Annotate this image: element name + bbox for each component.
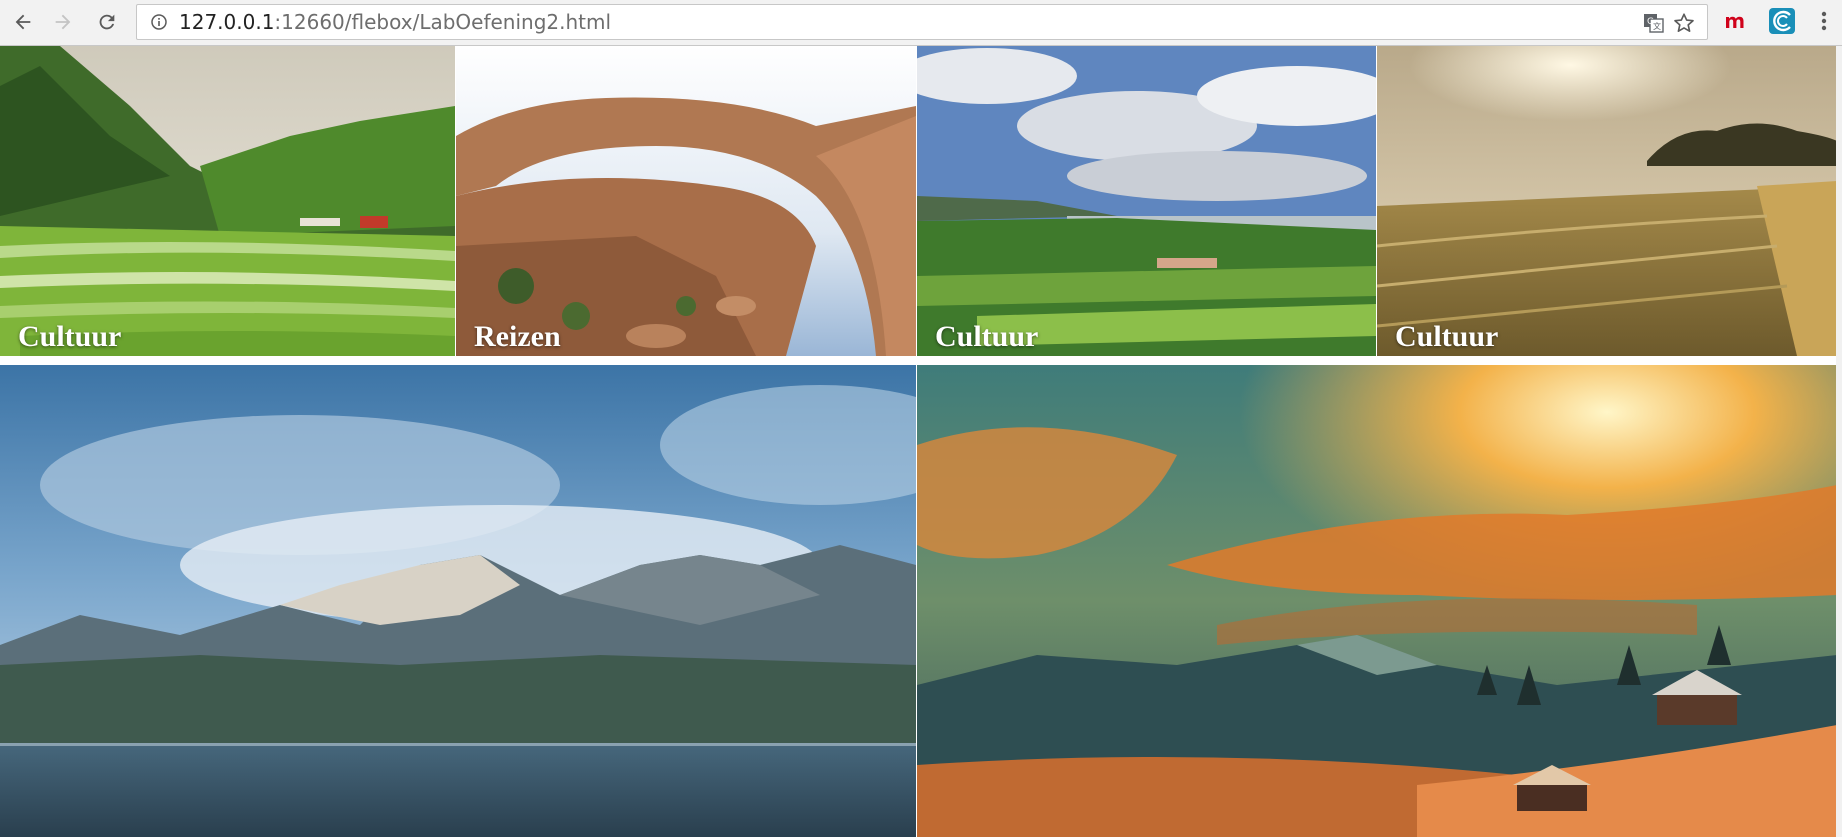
back-button[interactable] bbox=[8, 7, 38, 37]
extension-m-button[interactable] bbox=[1722, 7, 1750, 35]
browser-toolbar: 127.0.0.1:12660/flebox/LabOefening2.html… bbox=[0, 0, 1842, 46]
gallery-tile-5[interactable] bbox=[0, 365, 916, 837]
back-arrow-icon bbox=[15, 14, 31, 30]
gallery-tile-1[interactable]: Cultuur bbox=[0, 46, 455, 356]
tile-label: Cultuur bbox=[935, 320, 1039, 353]
wheat-field-image bbox=[1377, 46, 1837, 356]
reload-button[interactable] bbox=[92, 7, 122, 37]
forward-button[interactable] bbox=[48, 7, 78, 37]
tile-label: Cultuur bbox=[1395, 320, 1499, 353]
rock-arch-image bbox=[456, 46, 916, 356]
forward-arrow-icon bbox=[55, 14, 71, 30]
kebab-menu-icon bbox=[1821, 11, 1827, 31]
gallery-tile-2[interactable]: Reizen bbox=[456, 46, 916, 356]
browser-menu-button[interactable] bbox=[1814, 7, 1834, 35]
info-icon[interactable] bbox=[151, 14, 167, 30]
painted-sunset-village-image bbox=[917, 365, 1837, 837]
rice-terraces-image bbox=[0, 46, 455, 356]
page-scrollbar[interactable] bbox=[1836, 46, 1842, 837]
url-text[interactable]: 127.0.0.1:12660/flebox/LabOefening2.html bbox=[179, 5, 611, 39]
gallery-tile-6[interactable] bbox=[917, 365, 1837, 837]
tile-label: Cultuur bbox=[18, 320, 122, 353]
translate-button[interactable]: G 文 bbox=[1643, 12, 1665, 34]
star-icon bbox=[1674, 13, 1694, 32]
wave-extension-icon bbox=[1769, 8, 1795, 34]
gallery-tile-3[interactable]: Cultuur bbox=[917, 46, 1376, 356]
mountain-lake-image bbox=[0, 365, 916, 837]
page-content: Cultuur Reizen Cultuur Cultuur bbox=[0, 46, 1842, 837]
gallery-tile-4[interactable]: Cultuur bbox=[1377, 46, 1837, 356]
m-extension-icon bbox=[1726, 16, 1744, 28]
reload-icon bbox=[99, 14, 115, 30]
translate-icon: G 文 bbox=[1644, 14, 1664, 33]
url-path: :12660/flebox/LabOefening2.html bbox=[274, 10, 612, 34]
valley-lake-image bbox=[917, 46, 1376, 356]
svg-text:文: 文 bbox=[1653, 21, 1661, 31]
url-host: 127.0.0.1 bbox=[179, 10, 275, 34]
address-bar[interactable]: 127.0.0.1:12660/flebox/LabOefening2.html… bbox=[136, 4, 1708, 40]
tile-label: Reizen bbox=[474, 320, 561, 353]
extension-wave-button[interactable] bbox=[1768, 7, 1796, 35]
bookmark-button[interactable] bbox=[1673, 12, 1695, 34]
